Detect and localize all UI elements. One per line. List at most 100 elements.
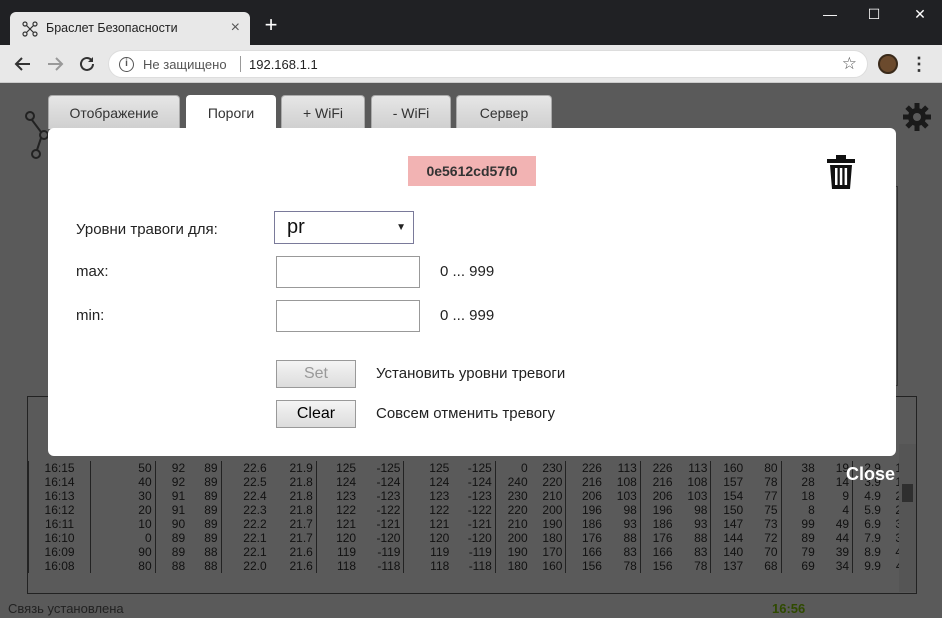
table-cell: 124 [403,475,453,489]
table-cell: 6.9 [852,517,884,531]
table-scrollbar[interactable] [899,444,916,592]
table-cell: 49 [835,517,850,531]
table-cell: 7.9 [852,531,884,545]
set-button[interactable]: Set [276,360,356,388]
table-cell: 91 [154,503,189,517]
connection-status: Связь установлена [8,601,124,616]
table-cell: 4 [842,503,850,517]
table-cell: 196 [639,503,676,517]
table-cell: 83 [694,545,708,559]
table-cell: 8 [780,503,818,517]
tab-thresholds[interactable]: Пороги [186,95,276,131]
table-cell: -120 [467,531,492,545]
table-cell: -119 [377,545,401,559]
table-cell: 22.5 [220,475,270,489]
table-cell: 68 [764,559,778,573]
table-cell: 28 [780,475,818,489]
table-cell: 186 [565,517,605,531]
table-cell: 220 [542,475,563,489]
tab-add-wifi[interactable]: + WiFi [281,95,365,129]
forward-icon[interactable] [44,53,66,75]
bookmark-star-icon[interactable]: ☆ [842,54,857,74]
table-cell: 206 [565,489,605,503]
status-bar: Связь установлена 16:56 [0,600,942,618]
thresholds-dialog: 0e5612cd57f0 Уровни травоги для: pr ▼ ma… [48,128,896,456]
table-cell: 92 [154,475,189,489]
profile-avatar[interactable] [878,54,898,74]
browser-menu-icon[interactable]: ⋮ [910,53,928,75]
table-cell: 22.1 [220,545,270,559]
table-cell: 88 [623,531,637,545]
table-cell: 90 [90,545,156,559]
table-cell: -119 [468,545,492,559]
table-cell: 180 [494,559,531,573]
browser-tab[interactable]: Браслет Безопасности × [10,12,250,45]
reload-icon[interactable] [76,53,98,75]
table-cell: 121 [315,517,360,531]
table-cell: -124 [376,475,401,489]
table-cell: 147 [710,517,747,531]
graph-favicon-icon [22,21,38,37]
table-cell: 75 [764,503,778,517]
table-cell: 190 [542,517,563,531]
table-cell: 22.6 [220,461,270,475]
max-label: max: [76,263,109,280]
param-select[interactable]: pr ▼ [274,211,414,244]
table-cell: 196 [565,503,605,517]
table-cell: 89 [204,489,218,503]
table-cell: 90 [154,517,189,531]
scroll-thumb[interactable] [902,484,913,502]
table-cell: 78 [694,559,708,573]
table-row: 16:12 20 91 89 22.3 21.8 122 -122 122 -122 220 200 1… [28,503,916,517]
table-row: 16:08 80 88 88 22.0 21.6 118 -118 118 -118 180 160 1… [28,559,916,573]
table-cell: 5.9 [852,503,884,517]
maximize-button[interactable]: ☐ [859,4,889,24]
tab-close-icon[interactable]: × [231,19,240,37]
close-button[interactable]: Close [846,464,895,485]
table-cell: 91 [154,489,189,503]
table-cell: 125 [403,461,453,475]
tab-server[interactable]: Сервер [456,95,552,129]
table-cell: 113 [688,461,708,475]
table-row: 16:15 50 92 89 22.6 21.9 125 -125 125 -125 0 230 226… [28,461,916,475]
table-cell: 16:14 [28,475,91,489]
table-cell: 21.7 [289,517,313,531]
table-cell: 99 [780,517,818,531]
table-cell: 89 [204,475,218,489]
table-row: 16:14 40 92 89 22.5 21.8 124 -124 124 -124 240 220 2… [28,475,916,489]
table-cell: 230 [542,461,563,475]
chevron-down-icon: ▼ [396,222,406,233]
table-cell: 18 [780,489,818,503]
address-bar[interactable]: i Не защищено 192.168.1.1 ☆ [108,50,868,78]
table-cell: 10 [90,517,156,531]
table-cell: 120 [315,531,360,545]
table-cell: -122 [376,503,401,517]
table-cell: 160 [710,461,747,475]
url-text[interactable]: 192.168.1.1 [249,57,318,72]
tab-display[interactable]: Отображение [48,95,180,129]
trash-icon[interactable] [826,154,856,190]
table-cell: 103 [616,489,637,503]
gear-icon[interactable] [902,102,932,132]
max-input[interactable] [276,256,420,288]
table-cell: 125 [315,461,360,475]
window-close-button[interactable]: ✕ [905,4,935,24]
table-cell: 206 [639,489,676,503]
min-input[interactable] [276,300,420,332]
back-icon[interactable] [12,53,34,75]
new-tab-button[interactable]: + [260,14,282,37]
clear-button[interactable]: Clear [276,400,356,428]
tab-title: Браслет Безопасности [46,21,178,35]
table-cell: 73 [764,517,778,531]
table-cell: 21.8 [289,475,313,489]
minimize-button[interactable]: — [815,4,845,24]
info-icon[interactable]: i [119,57,134,72]
tab-remove-wifi[interactable]: - WiFi [371,95,451,129]
table-cell: 210 [542,489,563,503]
table-cell: -125 [376,461,401,475]
table-cell: 89 [204,517,218,531]
table-cell: 22.3 [220,503,270,517]
omnibox-separator [240,56,241,72]
table-cell: 200 [494,531,531,545]
table-cell: 78 [623,559,637,573]
